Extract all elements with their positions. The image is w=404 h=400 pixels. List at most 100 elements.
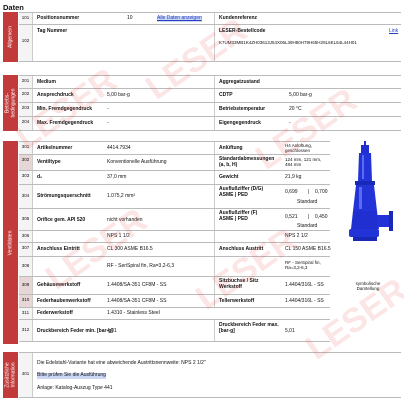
row-number: 304 bbox=[19, 185, 33, 208]
field-value: 20 °C bbox=[289, 106, 302, 112]
row-number: 306 bbox=[19, 231, 33, 242]
table-row: 307 Anschluss Eintritt CL 300 ASME B16.5… bbox=[19, 243, 331, 257]
field-value: 1.4408/SA-351 CF8M - SS bbox=[107, 282, 167, 288]
field-value: 5,00 bar-g bbox=[107, 92, 130, 98]
field-value: RF - SeriSpiral fin, Ra=3,2-6,3 bbox=[107, 263, 175, 269]
field-label: Ausflußziffer (F) ASME | PED bbox=[219, 210, 258, 222]
field-label: Ausflußziffer (D/G) ASME | PED bbox=[219, 186, 264, 198]
table-row: 201 Medium Aggregatzustand bbox=[19, 75, 401, 89]
field-value: 0,700 bbox=[315, 189, 328, 195]
section-label-text: Ventildaten bbox=[6, 230, 13, 255]
field-label: Eigengegendruck bbox=[219, 120, 261, 126]
row-number: 302 bbox=[19, 155, 33, 170]
field-label: Sitzbuchse / Sitz Werkstoff bbox=[219, 278, 259, 290]
section-label-betrieb: Betriebs- bedingungen bbox=[3, 75, 18, 131]
row-number: 301 bbox=[19, 142, 33, 154]
table-row: 401 Die Edelstahl-Variante hat eine abwe… bbox=[19, 352, 401, 398]
field-label: Orifice gem. API 520 bbox=[37, 217, 86, 223]
field-label: Tellerwerkstoff bbox=[219, 298, 255, 304]
field-value: - bbox=[107, 120, 109, 126]
field-label: LESER-Bestellcode bbox=[219, 28, 266, 34]
page-title: Daten bbox=[3, 3, 24, 12]
table-row: 202 Ansprechdruck 5,00 bar-g CDTP 5,00 b… bbox=[19, 89, 401, 103]
field-label: Standardabmessungen (a, b, H) bbox=[219, 156, 275, 168]
field-label: Gehäusewerkstoff bbox=[37, 282, 81, 288]
section-label-text: Betriebs- bedingungen bbox=[4, 88, 16, 118]
field-value: - bbox=[289, 120, 291, 126]
row-number: 305 bbox=[19, 209, 33, 230]
row-number: 401 bbox=[19, 353, 33, 397]
table-row: 302 Ventiltype Konventionelle Ausführung… bbox=[19, 155, 330, 171]
field-label: Anschluss Austritt bbox=[219, 246, 264, 252]
table-row: 310 Federhaubenwerkstoff 1.4408/SA-351 C… bbox=[19, 295, 330, 308]
field-value: CL 300 ASME B16.5 bbox=[107, 246, 153, 252]
field-value: 1.4404/316L - SS bbox=[285, 298, 324, 304]
section-betriebsbedingungen: Betriebs- bedingungen 201 Medium Aggrega… bbox=[3, 75, 401, 131]
section-label-allgemein: Allgemein bbox=[3, 12, 18, 62]
field-value: 0,699 bbox=[285, 189, 298, 195]
section-label-zusatz: Zusätzliche Information bbox=[3, 352, 18, 398]
value-separator: | bbox=[308, 214, 310, 220]
field-label: d₀ bbox=[37, 174, 43, 180]
field-label: Anlüftung bbox=[219, 145, 243, 151]
field-value: 37,0 mm bbox=[107, 174, 127, 180]
field-value: 1.4408/SA-351 CF8M - SS bbox=[107, 298, 167, 304]
field-value: Konventionelle Ausführung bbox=[107, 159, 167, 165]
table-row: 303 d₀ 37,0 mm Gewicht 21,9 kg bbox=[19, 171, 330, 185]
field-value: H4 Anlüftung, geschlossen bbox=[285, 143, 313, 153]
field-value: 1.4404/316L - SS bbox=[285, 282, 324, 288]
field-label: Gewicht bbox=[219, 174, 239, 180]
order-code-link[interactable]: Link bbox=[389, 28, 398, 35]
table-row: 102 Tag Nummer LESER-Bestellcode Link K7… bbox=[19, 25, 401, 62]
note-line-highlighted: Bitte prüfen Sie die Ausführung bbox=[37, 372, 106, 379]
field-value: 1.4310 - Stainless Steel bbox=[107, 310, 160, 316]
field-value: NPS 2 1/2 bbox=[285, 233, 308, 239]
field-note: Standard bbox=[297, 199, 318, 205]
row-number: 201 bbox=[19, 76, 33, 88]
order-code: K7UM33MB1K4ZH03613J54X06L39H80H79H65H28L… bbox=[219, 40, 357, 45]
field-label: Druckbereich Feder min. [bar-g] bbox=[37, 328, 113, 334]
field-value: 5,00 bar-g bbox=[289, 92, 312, 98]
field-label: Federwerkstoff bbox=[37, 310, 73, 316]
row-number: 204 bbox=[19, 117, 33, 130]
field-label: Federhaubenwerkstoff bbox=[37, 298, 91, 304]
field-label: Min. Fremdgegendruck bbox=[37, 106, 93, 112]
field-label: CDTP bbox=[219, 92, 233, 98]
valve-illustration: symbolische Darstellung bbox=[331, 141, 401, 291]
section-allgemein: Allgemein 101 Positionsnummer 10 Alle Da… bbox=[3, 12, 401, 62]
row-number: 308 bbox=[19, 257, 33, 276]
section-label-text: Allgemein bbox=[6, 26, 13, 48]
note-line: Die Edelstahl-Variante hat eine abweiche… bbox=[37, 360, 206, 366]
field-value: 10 bbox=[127, 15, 133, 21]
table-row: 304 Strömungsquerschnitt 1.075,2 mm² Aus… bbox=[19, 185, 330, 209]
field-label: Ventiltype bbox=[37, 159, 61, 165]
field-label: Artikelnummer bbox=[37, 145, 73, 151]
row-number: 312 bbox=[19, 320, 33, 341]
field-label: Betriebstemperatur bbox=[219, 106, 266, 112]
field-label: Aggregatzustand bbox=[219, 79, 260, 85]
table-row: 309 Gehäusewerkstoff 1.4408/SA-351 CF8M … bbox=[19, 277, 330, 295]
field-value: 4414.7934 bbox=[107, 145, 131, 151]
field-value: 5,01 bbox=[285, 328, 295, 334]
row-number: 303 bbox=[19, 171, 33, 184]
field-label: Max. Fremdgegendruck bbox=[37, 120, 94, 126]
show-all-data-link[interactable]: Alle Daten anzeigen bbox=[157, 15, 202, 22]
table-row: 312 Druckbereich Feder min. [bar-g] 4,01… bbox=[19, 320, 330, 342]
field-label: Ansprechdruck bbox=[37, 92, 74, 98]
table-row: 101 Positionsnummer 10 Alle Daten anzeig… bbox=[19, 12, 401, 25]
field-value: 0,521 bbox=[285, 214, 298, 220]
row-number: 310 bbox=[19, 295, 33, 307]
table-row: 203 Min. Fremdgegendruck - Betriebstempe… bbox=[19, 103, 401, 117]
field-value: - bbox=[107, 106, 109, 112]
field-value: 124 mm, 121 mm, 484 mm bbox=[285, 157, 322, 167]
field-value: CL 150 ASME B16.5 bbox=[285, 246, 331, 252]
field-value: nicht vorhanden bbox=[107, 217, 143, 223]
field-value: 1.075,2 mm² bbox=[107, 193, 136, 199]
row-number: 203 bbox=[19, 103, 33, 116]
table-row: 306 NPS 1 1/2 NPS 2 1/2 bbox=[19, 231, 330, 243]
field-value: 4,01 bbox=[107, 328, 117, 334]
row-number: 307 bbox=[19, 243, 33, 256]
table-row: 301 Artikelnummer 4414.7934 Anlüftung H4… bbox=[19, 141, 330, 155]
field-value: RF - SerSpiral fin, Ra=3,2-6,3 bbox=[285, 260, 321, 270]
field-label: Anschluss Eintritt bbox=[37, 246, 80, 252]
